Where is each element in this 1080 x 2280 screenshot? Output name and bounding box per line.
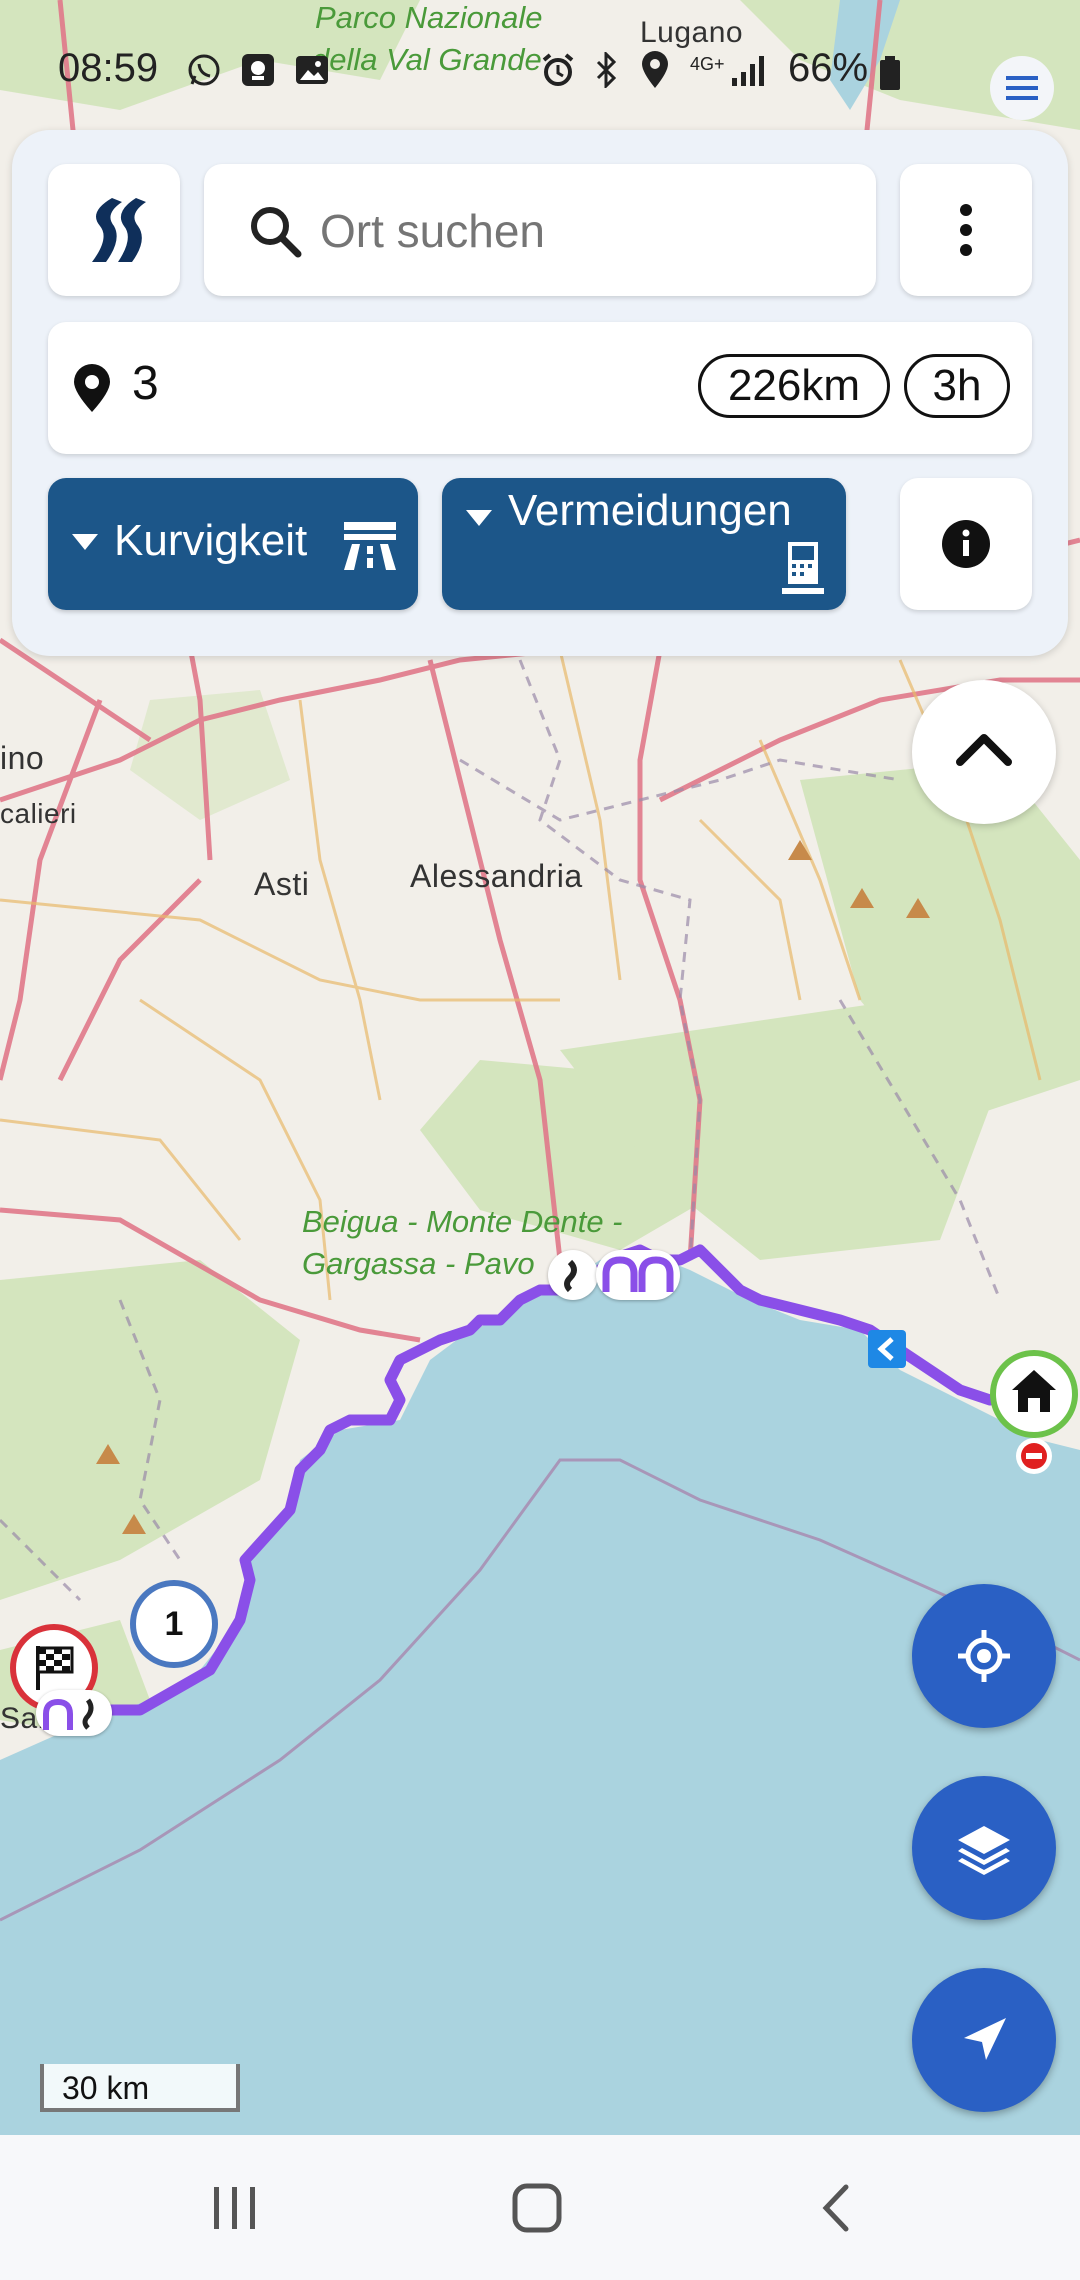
start-tunnel-icon <box>36 1690 112 1736</box>
scale-label: 30 km <box>62 2070 150 2106</box>
info-button[interactable] <box>900 478 1032 610</box>
gallery-icon <box>294 52 330 88</box>
more-vert-icon <box>960 204 972 256</box>
search-icon <box>251 207 302 258</box>
battery-percent: 66% <box>788 46 869 90</box>
my-location-icon <box>958 1630 1010 1682</box>
search-field[interactable] <box>204 164 876 296</box>
toll-icon <box>782 542 824 594</box>
network-type: 4G+ <box>690 54 725 74</box>
battery-icon <box>878 56 902 90</box>
menu-button[interactable] <box>990 56 1054 120</box>
city-label-torino: ino <box>0 740 45 776</box>
waypoint-marker-1[interactable]: 1 <box>130 1580 218 1668</box>
navigate-icon <box>964 2018 1006 2060</box>
more-options-button[interactable] <box>900 164 1032 296</box>
waypoint-count: 3 <box>132 357 159 410</box>
menu-icon <box>1006 76 1038 100</box>
avoidances-button[interactable]: Vermeidungen <box>442 478 846 610</box>
layers-button[interactable] <box>912 1776 1056 1920</box>
city-label-lugano: Lugano <box>640 16 744 49</box>
distance-badge: 226km <box>698 354 890 418</box>
waypoints-row[interactable]: 3 226km 3h <box>48 322 1032 454</box>
back-icon[interactable] <box>816 2181 856 2235</box>
app-logo-icon <box>92 198 146 262</box>
notification-app-icon <box>240 52 276 88</box>
city-label-alessandria: Alessandria <box>410 858 583 894</box>
scale-bar: 30 km <box>40 2064 240 2112</box>
park-label-val-grande-1: Parco Nazionale <box>315 0 543 35</box>
caret-down-icon <box>466 510 492 526</box>
city-label-moncalieri: calieri <box>0 798 77 829</box>
park-label-val-grande-2: della Val Grande <box>312 42 542 77</box>
collapse-panel-button[interactable] <box>912 680 1056 824</box>
curvy-road-icon[interactable] <box>548 1250 598 1300</box>
navigate-button[interactable] <box>912 1968 1056 2112</box>
home-marker[interactable] <box>990 1350 1078 1438</box>
chevron-up-icon <box>956 734 1012 766</box>
my-location-button[interactable] <box>912 1584 1056 1728</box>
recent-apps-icon[interactable] <box>208 2183 262 2233</box>
tunnel-icon[interactable] <box>596 1250 680 1300</box>
location-status-icon <box>640 50 670 90</box>
park-label-beigua-1: Beigua - Monte Dente - <box>302 1204 623 1239</box>
alarm-icon <box>540 52 576 88</box>
home-icon <box>1012 1370 1056 1412</box>
park-label-beigua-2: Gargassa - Pavo <box>302 1246 535 1281</box>
signal-icon <box>730 54 770 88</box>
city-label-asti: Asti <box>254 866 310 902</box>
duration-badge: 3h <box>904 354 1010 418</box>
caret-down-icon <box>72 534 98 550</box>
system-navigation-bar <box>0 2135 1080 2280</box>
direction-marker-icon[interactable] <box>868 1330 906 1368</box>
home-nav-icon[interactable] <box>510 2181 564 2235</box>
bluetooth-icon <box>592 50 622 90</box>
no-entry-icon <box>1016 1438 1052 1474</box>
layers-icon <box>958 1826 1010 1875</box>
route-panel: 3 226km 3h Kurvigkeit Vermeidungen <box>12 130 1068 656</box>
app-logo-button[interactable] <box>48 164 180 296</box>
status-time: 08:59 <box>58 46 159 90</box>
avoidances-label: Vermeidungen <box>508 486 792 535</box>
map-pin-icon <box>74 364 110 412</box>
curviness-label: Kurvigkeit <box>114 516 308 565</box>
curviness-button[interactable]: Kurvigkeit <box>48 478 418 610</box>
whatsapp-icon <box>186 52 222 88</box>
motorway-icon <box>344 522 396 570</box>
search-input[interactable] <box>318 194 842 268</box>
info-icon <box>942 520 990 568</box>
